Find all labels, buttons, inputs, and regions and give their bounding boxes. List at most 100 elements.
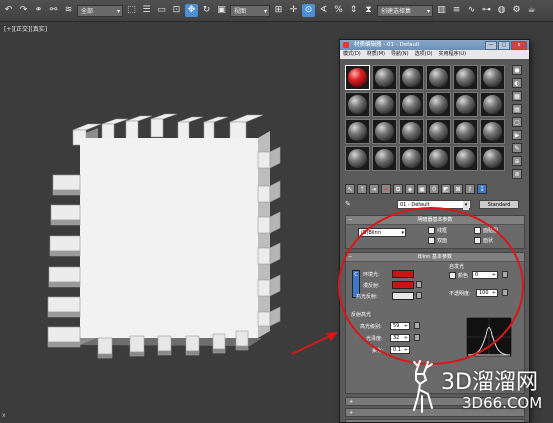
align-icon[interactable]: ▥ — [435, 4, 448, 17]
face-map-checkbox[interactable]: 面贴图 — [474, 227, 498, 234]
view-dropdown[interactable]: 视图 — [230, 4, 270, 18]
redo-icon[interactable]: ↷ — [17, 4, 30, 17]
sample-slot[interactable] — [453, 65, 478, 90]
go-forward-sibling-icon[interactable]: ↧ — [477, 184, 487, 194]
sample-slot[interactable] — [399, 146, 424, 171]
backlight-icon[interactable]: ◐ — [512, 78, 522, 88]
sample-slot[interactable] — [480, 146, 505, 171]
material-navigator-icon[interactable]: ≣ — [512, 169, 522, 179]
reset-map-icon[interactable]: ✕ — [381, 184, 391, 194]
sample-slot[interactable] — [480, 92, 505, 117]
render-setup-icon[interactable]: ⚙ — [510, 4, 523, 17]
make-preview-icon[interactable]: ▶ — [512, 130, 522, 140]
menu-mode[interactable]: 模式(D) — [343, 50, 361, 59]
diffuse-color-swatch[interactable] — [392, 281, 414, 289]
faceted-checkbox[interactable]: 面状 — [474, 237, 493, 244]
sample-slot[interactable] — [480, 65, 505, 90]
move-icon[interactable]: ✥ — [185, 4, 198, 17]
glossiness-map-button[interactable] — [414, 334, 420, 341]
minimize-button[interactable]: — — [485, 41, 497, 50]
sample-slot[interactable] — [453, 146, 478, 171]
shader-rollout-header[interactable]: − 明暗器基本参数 — [346, 216, 524, 225]
unlink-icon[interactable]: ⚯ — [47, 4, 60, 17]
sample-slot[interactable] — [399, 65, 424, 90]
sample-slot[interactable] — [372, 65, 397, 90]
select-by-material-icon[interactable]: ⊕ — [512, 156, 522, 166]
sample-slot[interactable] — [426, 65, 451, 90]
sample-slot[interactable] — [372, 92, 397, 117]
sample-slot[interactable] — [372, 146, 397, 171]
select-icon[interactable]: ⬚ — [125, 4, 138, 17]
copy-material-icon[interactable]: ⧉ — [393, 184, 403, 194]
get-material-icon[interactable]: ↖ — [345, 184, 355, 194]
opacity-map-button[interactable] — [502, 289, 508, 296]
ambient-color-swatch[interactable] — [392, 270, 414, 278]
mirror-icon[interactable]: ⧗ — [362, 4, 375, 17]
curve-editor-icon[interactable]: ∿ — [465, 4, 478, 17]
go-to-parent-icon[interactable]: ⇧ — [465, 184, 475, 194]
pivot-icon[interactable]: ⊞ — [272, 4, 285, 17]
menu-utilities[interactable]: 实用程序(U) — [438, 50, 466, 59]
material-type-button[interactable]: Standard — [479, 199, 519, 209]
sample-slot[interactable] — [345, 119, 370, 144]
sample-slot[interactable] — [399, 92, 424, 117]
opacity-spinner[interactable]: 100 — [476, 289, 498, 297]
sample-slot[interactable] — [345, 92, 370, 117]
material-editor-titlebar[interactable]: 材质编辑器 - 01 - Default — □ x — [340, 40, 529, 50]
show-map-icon[interactable]: ◩ — [441, 184, 451, 194]
named-selection-dropdown[interactable]: 创建选择集 — [377, 4, 433, 18]
sample-slot[interactable] — [426, 146, 451, 171]
spinner-snap-icon[interactable]: ⇕ — [347, 4, 360, 17]
select-name-icon[interactable]: ☰ — [140, 4, 153, 17]
undo-icon[interactable]: ↶ — [2, 4, 15, 17]
snap-icon[interactable]: ⊙ — [302, 4, 315, 17]
3d-object[interactable] — [47, 113, 281, 359]
sample-slot[interactable] — [453, 119, 478, 144]
sample-slot[interactable] — [480, 119, 505, 144]
background-icon[interactable]: ▦ — [512, 91, 522, 101]
sample-slot[interactable] — [453, 92, 478, 117]
material-editor-icon[interactable]: ◍ — [495, 4, 508, 17]
rect-region-icon[interactable]: ▭ — [155, 4, 168, 17]
rotate-icon[interactable]: ↻ — [200, 4, 213, 17]
glossiness-spinner[interactable]: 32 — [390, 334, 410, 342]
close-button[interactable]: x — [511, 41, 527, 50]
specular-color-swatch[interactable] — [392, 292, 414, 300]
angle-snap-icon[interactable]: ∢ — [317, 4, 330, 17]
sample-slot[interactable] — [372, 119, 397, 144]
uv-tiling-icon[interactable]: ▤ — [512, 104, 522, 114]
material-name-field[interactable]: 01 - Default — [397, 199, 471, 210]
sample-slot[interactable] — [426, 119, 451, 144]
diffuse-map-button[interactable] — [416, 281, 422, 288]
show-end-result-icon[interactable]: ⊠ — [453, 184, 463, 194]
percent-snap-icon[interactable]: % — [332, 4, 345, 17]
render-icon[interactable]: ☕ — [525, 4, 538, 17]
eyedropper-icon[interactable]: ✎ — [345, 200, 355, 208]
put-to-library-icon[interactable]: ▣ — [417, 184, 427, 194]
self-illum-map-button[interactable] — [502, 271, 508, 278]
specular-level-map-button[interactable] — [414, 322, 420, 329]
assign-to-selection-icon[interactable]: ⇥ — [369, 184, 379, 194]
self-illum-color-checkbox[interactable]: 颜色 — [449, 272, 468, 279]
wire-checkbox[interactable]: 线框 — [428, 227, 447, 234]
layer-icon[interactable]: ≡ — [450, 4, 463, 17]
soften-spinner[interactable]: 0.1 — [390, 346, 410, 354]
selection-filter-dropdown[interactable]: 全部 — [77, 4, 123, 18]
two-sided-checkbox[interactable]: 双面 — [428, 237, 447, 244]
sample-type-icon[interactable]: ● — [512, 65, 522, 75]
maximize-button[interactable]: □ — [498, 41, 510, 50]
make-unique-icon[interactable]: ◈ — [405, 184, 415, 194]
menu-options[interactable]: 选项(O) — [415, 50, 433, 59]
bind-icon[interactable]: ≋ — [62, 4, 75, 17]
material-id-icon[interactable]: 0 — [429, 184, 439, 194]
sample-slot[interactable] — [399, 119, 424, 144]
specular-map-button[interactable] — [416, 292, 422, 299]
shader-dropdown[interactable]: (B)Blinn — [358, 228, 406, 237]
select-manipulate-icon[interactable]: ✛ — [287, 4, 300, 17]
options-icon[interactable]: ✎ — [512, 143, 522, 153]
menu-navigation[interactable]: 导航(N) — [391, 50, 409, 59]
scale-icon[interactable]: ▣ — [215, 4, 228, 17]
specular-level-spinner[interactable]: 59 — [390, 322, 410, 330]
window-crossing-icon[interactable]: ⊡ — [170, 4, 183, 17]
video-check-icon[interactable]: ▢ — [512, 117, 522, 127]
